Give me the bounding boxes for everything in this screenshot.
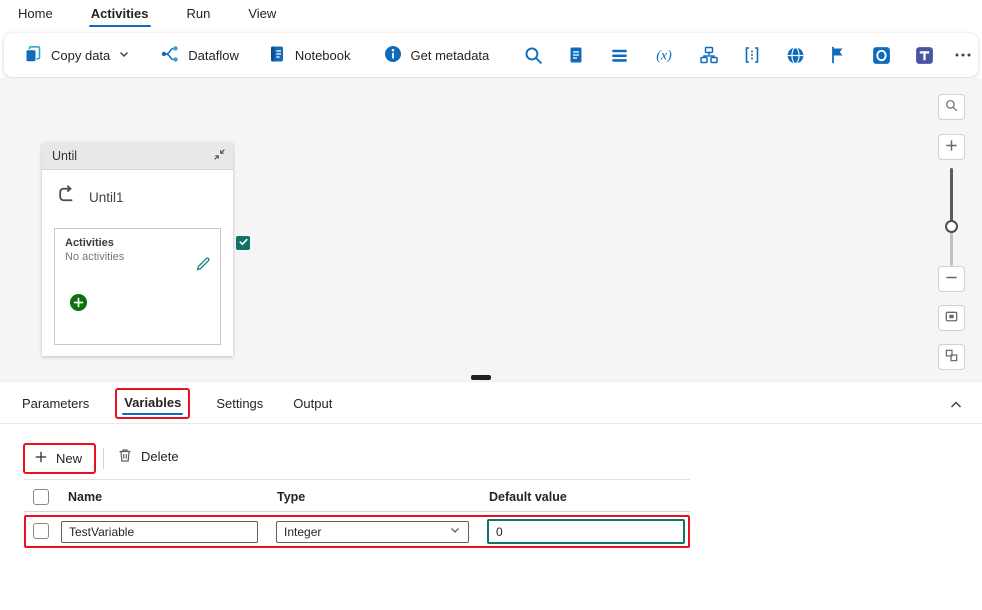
until-card-header-label: Until xyxy=(52,149,77,163)
trash-icon xyxy=(117,447,133,466)
table-header-divider xyxy=(24,511,690,512)
get-metadata-label: Get metadata xyxy=(411,48,490,63)
zoom-search-icon xyxy=(944,98,959,116)
zoom-out-icon xyxy=(944,270,959,288)
tab-parameters[interactable]: Parameters xyxy=(20,391,91,416)
delete-button-label: Delete xyxy=(141,449,179,464)
zoom-in-icon xyxy=(944,138,959,156)
copy-data-label: Copy data xyxy=(51,48,110,63)
chevron-down-icon xyxy=(449,524,461,539)
configuration-panel: Parameters Variables Settings Output New… xyxy=(0,381,982,610)
tab-variables[interactable]: Variables xyxy=(122,390,183,415)
pipeline-canvas[interactable]: Until Until1 Activities No activities xyxy=(0,78,982,381)
no-activities-text: No activities xyxy=(65,251,210,263)
panel-resize-handle[interactable] xyxy=(471,375,491,380)
collapse-card-icon[interactable] xyxy=(213,148,226,164)
panel-tabs: Parameters Variables Settings Output xyxy=(20,390,334,417)
activities-toolbar: Copy data Dataflow Notebook Get metadata… xyxy=(4,33,978,77)
tab-settings[interactable]: Settings xyxy=(214,391,265,416)
zoom-search-button[interactable] xyxy=(938,94,965,120)
get-metadata-button[interactable]: Get metadata xyxy=(376,39,497,72)
new-button-label: New xyxy=(56,451,82,466)
column-header-name: Name xyxy=(68,490,102,504)
wait-icon[interactable] xyxy=(606,42,632,68)
menu-home[interactable]: Home xyxy=(16,3,55,27)
menubar: Home Activities Run View xyxy=(0,0,982,30)
search-icon[interactable] xyxy=(520,42,546,68)
tab-output[interactable]: Output xyxy=(291,391,334,416)
dataflow-button[interactable]: Dataflow xyxy=(153,39,246,72)
actions-divider xyxy=(103,448,104,469)
dataflow-icon xyxy=(160,44,180,67)
collapse-panel-button[interactable] xyxy=(946,395,966,418)
variable-type-select[interactable]: Integer xyxy=(276,521,469,543)
zoom-slider-track-filled[interactable] xyxy=(950,168,953,226)
table-row: Integer xyxy=(26,517,688,546)
copy-data-icon xyxy=(23,44,43,67)
notebook-label: Notebook xyxy=(295,48,351,63)
edit-activities-button[interactable] xyxy=(195,255,212,275)
variable-default-value-input[interactable] xyxy=(487,519,685,544)
flag-icon[interactable] xyxy=(825,42,851,68)
zoom-slider-thumb[interactable] xyxy=(945,220,958,233)
until-activity-name: Until1 xyxy=(89,190,124,205)
variable-type-value: Integer xyxy=(284,525,321,539)
variables-table-header: Name Type Default value xyxy=(24,487,690,511)
foreach-icon[interactable] xyxy=(739,42,765,68)
notebook-button[interactable]: Notebook xyxy=(260,39,358,72)
pipeline-editor: Home Activities Run View Copy data Dataf… xyxy=(0,0,982,610)
toolbar-icon-group: (x) xyxy=(520,42,937,68)
activity-state-checkbox[interactable] xyxy=(236,236,250,250)
svg-text:(x): (x) xyxy=(657,49,673,64)
get-metadata-icon xyxy=(383,44,403,67)
tabs-divider xyxy=(0,423,982,424)
add-activity-button[interactable] xyxy=(69,293,88,315)
copy-data-button[interactable]: Copy data xyxy=(16,39,137,72)
plus-icon xyxy=(34,450,48,467)
zoom-in-button[interactable] xyxy=(938,134,965,160)
actions-row-divider xyxy=(24,479,690,480)
dataflow-label: Dataflow xyxy=(188,48,239,63)
until-activity-card[interactable]: Until Until1 Activities No activities xyxy=(42,143,233,356)
column-header-type: Type xyxy=(277,490,305,504)
annotation-box-variables-tab: Variables xyxy=(115,388,190,419)
notebook-icon xyxy=(267,44,287,67)
web-activity-icon[interactable] xyxy=(782,42,808,68)
menu-view[interactable]: View xyxy=(246,3,278,27)
new-variable-button[interactable]: New xyxy=(25,445,94,472)
menu-run[interactable]: Run xyxy=(185,3,213,27)
reset-view-icon xyxy=(944,348,959,366)
annotation-box-new-button: New xyxy=(23,443,96,474)
reset-view-button[interactable] xyxy=(938,344,965,370)
until-activities-container[interactable]: Activities No activities xyxy=(54,228,221,345)
lookup-icon[interactable] xyxy=(563,42,589,68)
chevron-up-icon xyxy=(948,401,964,416)
activities-container-label: Activities xyxy=(65,237,210,249)
delete-variable-button[interactable]: Delete xyxy=(117,447,179,466)
outlook-icon[interactable] xyxy=(868,42,894,68)
invoke-pipeline-icon[interactable] xyxy=(696,42,722,68)
select-all-checkbox[interactable] xyxy=(33,489,49,505)
row-select-checkbox[interactable] xyxy=(33,523,49,539)
zoom-out-button[interactable] xyxy=(938,266,965,292)
fit-to-screen-icon xyxy=(944,309,959,327)
chevron-down-icon xyxy=(118,48,130,63)
teams-icon[interactable] xyxy=(911,42,937,68)
until-card-header[interactable]: Until xyxy=(42,143,233,170)
fit-to-screen-button[interactable] xyxy=(938,305,965,331)
pencil-icon xyxy=(195,260,212,275)
check-icon xyxy=(238,234,249,252)
more-icon[interactable] xyxy=(953,42,973,68)
annotation-box-variable-row: Integer xyxy=(24,515,690,548)
plus-circle-icon xyxy=(69,300,88,315)
set-variable-icon[interactable]: (x) xyxy=(649,42,679,68)
variable-name-input[interactable] xyxy=(61,521,258,543)
until-card-title-row: Until1 xyxy=(42,170,233,222)
until-loop-icon xyxy=(56,184,77,210)
column-header-default-value: Default value xyxy=(489,490,567,504)
menu-activities[interactable]: Activities xyxy=(89,3,151,27)
